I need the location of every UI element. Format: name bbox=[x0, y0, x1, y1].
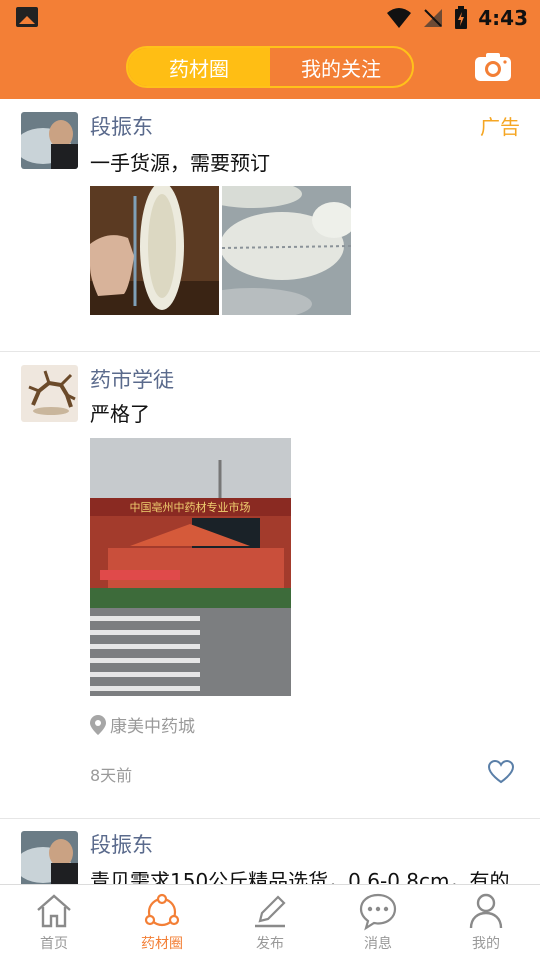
avatar[interactable] bbox=[21, 112, 78, 169]
tab-label: 发布 bbox=[256, 936, 284, 952]
photo-market-gate: 中国亳州中药材专业市场 bbox=[90, 438, 291, 696]
post-photo[interactable] bbox=[222, 186, 351, 315]
feed-post: 段振东 青贝需求150公斤精品选货，0.6-0.8cm，有的 bbox=[0, 819, 540, 884]
avatar-photo bbox=[21, 831, 78, 884]
post-username[interactable]: 药市学徒 bbox=[90, 364, 174, 394]
post-text: 青贝需求150公斤精品选货，0.6-0.8cm，有的 bbox=[90, 869, 510, 884]
post-text: 一手货源，需要预订 bbox=[90, 151, 270, 175]
tab-label: 药材圈 bbox=[141, 936, 183, 952]
tab-publish[interactable]: 发布 bbox=[216, 885, 324, 960]
post-location[interactable]: 康美中药城 bbox=[90, 712, 195, 737]
location-pin-icon bbox=[90, 714, 106, 735]
avatar-photo bbox=[21, 112, 78, 169]
photo-cuttlebone-pile bbox=[222, 186, 351, 315]
bottom-tab-bar: 首页 药材圈 发布 消息 我的 bbox=[0, 884, 540, 960]
home-icon bbox=[37, 894, 71, 928]
share-circle-icon bbox=[144, 893, 180, 927]
post-location-text: 康美中药城 bbox=[110, 717, 195, 737]
gallery-notification-icon bbox=[16, 7, 38, 27]
chat-bubble-icon bbox=[359, 893, 397, 931]
heart-icon[interactable] bbox=[488, 760, 514, 784]
post-text: 严格了 bbox=[90, 402, 150, 426]
no-signal-icon bbox=[424, 9, 443, 27]
post-time: 8天前 bbox=[90, 766, 133, 785]
avatar[interactable] bbox=[21, 831, 78, 884]
status-bar: 4:43 bbox=[0, 0, 540, 36]
feed-post: 段振东 广告 一手货源，需要预订 bbox=[0, 99, 540, 352]
pen-icon bbox=[255, 895, 286, 928]
clock: 4:43 bbox=[478, 6, 528, 30]
post-username[interactable]: 段振东 bbox=[90, 111, 153, 141]
tab-my-follows[interactable]: 我的关注 bbox=[270, 48, 412, 86]
feed-segmented-control: 药材圈 我的关注 bbox=[126, 46, 414, 88]
person-icon bbox=[469, 893, 503, 929]
post-username[interactable]: 段振东 bbox=[90, 829, 153, 859]
feed-list[interactable]: 段振东 广告 一手货源，需要预订 药市学徒 严格了 中国亳州中药材专业市场 康美… bbox=[0, 99, 540, 884]
top-header: 药材圈 我的关注 bbox=[0, 36, 540, 99]
tab-herb-circle-nav[interactable]: 药材圈 bbox=[108, 885, 216, 960]
ad-badge: 广告 bbox=[480, 115, 520, 139]
tab-label: 消息 bbox=[364, 936, 392, 952]
market-sign-text: 中国亳州中药材专业市场 bbox=[130, 500, 251, 514]
photo-cuttlebone-hand bbox=[90, 186, 219, 315]
feed-post: 药市学徒 严格了 中国亳州中药材专业市场 康美中药城 8天前 bbox=[0, 352, 540, 819]
tab-messages[interactable]: 消息 bbox=[324, 885, 432, 960]
camera-icon[interactable] bbox=[474, 52, 512, 82]
battery-charging-icon bbox=[455, 6, 468, 29]
tab-home[interactable]: 首页 bbox=[0, 885, 108, 960]
wifi-icon bbox=[387, 8, 412, 28]
avatar[interactable] bbox=[21, 365, 78, 422]
status-indicators: 4:43 bbox=[386, 4, 528, 32]
avatar-photo bbox=[21, 365, 78, 422]
post-photo[interactable]: 中国亳州中药材专业市场 bbox=[90, 438, 291, 696]
tab-herb-circle[interactable]: 药材圈 bbox=[128, 48, 270, 86]
tab-label: 首页 bbox=[40, 936, 68, 952]
post-photo[interactable] bbox=[90, 186, 219, 315]
tab-profile[interactable]: 我的 bbox=[432, 885, 540, 960]
tab-label: 我的 bbox=[472, 936, 500, 952]
